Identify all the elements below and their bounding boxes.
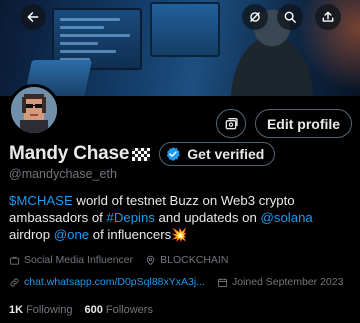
share-icon	[322, 11, 334, 22]
subscriptions-button[interactable]	[216, 109, 246, 138]
avatar[interactable]	[8, 84, 60, 136]
get-verified-label: Get verified	[187, 146, 265, 162]
bio-mention-solana[interactable]: @solana	[260, 210, 312, 225]
following-label: Following	[26, 304, 73, 316]
following-count: 1K	[9, 304, 24, 316]
get-verified-button[interactable]: Get verified	[159, 142, 276, 166]
bio-hashtag-link[interactable]: #Depins	[107, 210, 155, 225]
bio-text: airdrop	[9, 227, 54, 242]
collision-emoji: 💥	[171, 227, 188, 242]
following-link[interactable]: 1K Following	[9, 304, 73, 316]
link-icon	[10, 277, 19, 287]
checkered-flag-icon	[132, 147, 151, 161]
profile-meta-row-2: chat.whatsapp.com/D0pSql88xYxA3j... Join…	[9, 276, 355, 288]
follow-stats: 1K Following 600 Followers	[9, 304, 165, 316]
bio-text: of influencers	[89, 227, 172, 242]
category-label: Social Media Influencer	[24, 254, 134, 266]
followers-count: 600	[84, 304, 103, 316]
bio-mention-one[interactable]: @one	[54, 227, 89, 242]
joined-label: Joined September 2023	[231, 276, 344, 288]
website-item[interactable]: chat.whatsapp.com/D0pSql88xYxA3j...	[9, 276, 205, 288]
joined-item: Joined September 2023	[217, 276, 344, 288]
location-pin-icon	[146, 255, 155, 265]
pixel-avatar-icon	[11, 87, 57, 133]
bio-cashtag-link[interactable]: $MCHASE	[9, 193, 73, 208]
disconnect-button[interactable]	[242, 4, 268, 30]
edit-profile-button[interactable]: Edit profile	[255, 109, 352, 138]
briefcase-icon	[9, 256, 20, 265]
category-item: Social Media Influencer	[9, 254, 133, 266]
user-handle: @mandychase_eth	[9, 167, 117, 181]
back-button[interactable]	[20, 4, 46, 30]
arrow-left-icon	[27, 12, 39, 22]
location-label: BLOCKCHAIN	[160, 254, 229, 266]
followers-link[interactable]: 600 Followers	[85, 304, 153, 316]
profile-banner[interactable]	[0, 0, 360, 96]
profile-meta-row: Social Media Influencer BLOCKCHAIN	[9, 254, 240, 266]
share-button[interactable]	[315, 4, 341, 30]
followers-label: Followers	[105, 304, 153, 316]
disconnect-icon	[250, 12, 260, 22]
banner-monitor-right	[150, 2, 220, 57]
name-row: Mandy Chase Get verified	[9, 142, 276, 166]
profile-bio: $MCHASE world of testnet Buzz on Web3 cr…	[9, 192, 354, 243]
bio-text: and updateds on	[154, 210, 261, 225]
gallery-icon	[225, 117, 238, 129]
search-icon	[284, 11, 296, 23]
verified-badge-icon	[167, 147, 181, 161]
calendar-icon	[217, 277, 228, 287]
location-item: BLOCKCHAIN	[145, 254, 228, 266]
search-button[interactable]	[277, 4, 303, 30]
website-link[interactable]: chat.whatsapp.com/D0pSql88xYxA3j...	[24, 276, 205, 288]
display-name: Mandy Chase	[9, 143, 130, 164]
